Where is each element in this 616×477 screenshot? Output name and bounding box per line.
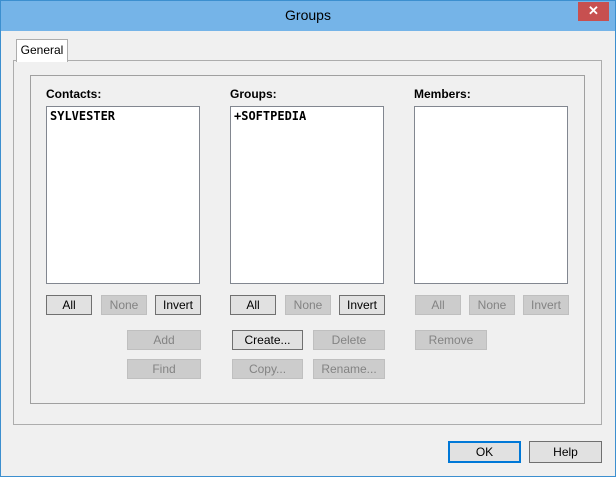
tab-general[interactable]: General bbox=[16, 39, 68, 62]
groups-none-button[interactable]: None bbox=[285, 295, 331, 315]
groups-list-item[interactable]: +SOFTPEDIA bbox=[234, 109, 380, 123]
help-button[interactable]: Help bbox=[529, 441, 602, 463]
title-bar[interactable]: Groups ✕ bbox=[1, 1, 615, 31]
contacts-listbox[interactable]: SYLVESTER bbox=[46, 106, 200, 284]
groups-label: Groups: bbox=[230, 87, 277, 101]
groups-group-box: Contacts: SYLVESTER All None Invert Add … bbox=[30, 75, 585, 404]
remove-button[interactable]: Remove bbox=[415, 330, 487, 350]
members-listbox[interactable] bbox=[414, 106, 568, 284]
members-invert-button[interactable]: Invert bbox=[523, 295, 569, 315]
contacts-none-button[interactable]: None bbox=[101, 295, 147, 315]
members-label: Members: bbox=[414, 87, 471, 101]
dialog-client: General Contacts: SYLVESTER All None Inv… bbox=[8, 32, 608, 469]
members-all-button[interactable]: All bbox=[415, 295, 461, 315]
contacts-label: Contacts: bbox=[46, 87, 102, 101]
ok-button[interactable]: OK bbox=[448, 441, 521, 463]
members-none-button[interactable]: None bbox=[469, 295, 515, 315]
rename-button[interactable]: Rename... bbox=[313, 359, 385, 379]
groups-listbox[interactable]: +SOFTPEDIA bbox=[230, 106, 384, 284]
contacts-list-item[interactable]: SYLVESTER bbox=[50, 109, 196, 123]
delete-button[interactable]: Delete bbox=[313, 330, 385, 350]
create-button[interactable]: Create... bbox=[232, 330, 303, 350]
groups-invert-button[interactable]: Invert bbox=[339, 295, 385, 315]
close-icon: ✕ bbox=[588, 3, 599, 18]
general-tab-panel: Contacts: SYLVESTER All None Invert Add … bbox=[13, 60, 602, 425]
contacts-all-button[interactable]: All bbox=[46, 295, 92, 315]
groups-all-button[interactable]: All bbox=[230, 295, 276, 315]
window-title: Groups bbox=[285, 7, 331, 23]
copy-button[interactable]: Copy... bbox=[232, 359, 303, 379]
add-button[interactable]: Add bbox=[127, 330, 201, 350]
find-button[interactable]: Find bbox=[127, 359, 201, 379]
groups-dialog: Groups ✕ General Contacts: SYLVESTER All… bbox=[0, 0, 616, 477]
contacts-invert-button[interactable]: Invert bbox=[155, 295, 201, 315]
close-button[interactable]: ✕ bbox=[578, 2, 609, 21]
